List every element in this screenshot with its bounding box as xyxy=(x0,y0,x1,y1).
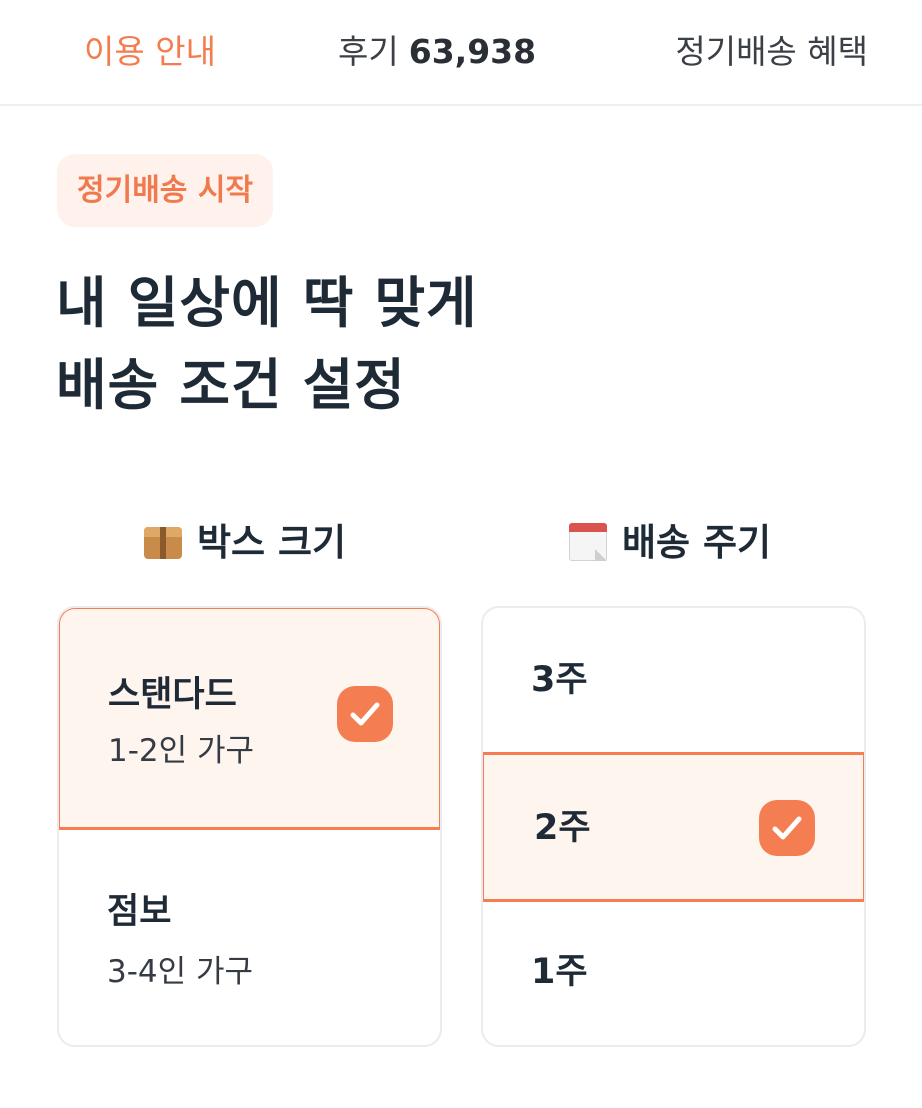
cycle-option-3-weeks[interactable]: 3주 xyxy=(483,608,864,754)
check-icon xyxy=(337,686,393,742)
delivery-cycle-title-text: 배송 주기 xyxy=(622,521,772,564)
tab-usage-guide[interactable]: 이용 안내 xyxy=(84,30,216,74)
cycle-option-2-weeks[interactable]: 2주 xyxy=(483,752,864,902)
tab-reviews-label: 후기 xyxy=(338,32,399,71)
package-icon xyxy=(141,519,185,563)
delivery-cycle-title: 배송 주기 xyxy=(566,515,771,571)
cycle-option-1-week[interactable]: 1주 xyxy=(483,902,864,1045)
headline-line-1: 내 일상에 딱 맞게 xyxy=(56,271,478,335)
cycle-option-label: 3주 xyxy=(531,660,588,700)
box-option-standard[interactable]: 스탠다드 1-2인 가구 xyxy=(59,608,440,830)
reviews-count: 63,938 xyxy=(408,32,537,71)
section-badge: 정기배송 시작 xyxy=(57,154,274,227)
box-option-household: 3-4인 가구 xyxy=(107,954,254,990)
tab-reviews[interactable]: 후기 63,938 xyxy=(338,30,536,74)
box-option-name: 점보 xyxy=(107,892,172,932)
page-headline: 내 일상에 딱 맞게 배송 조건 설정 xyxy=(56,262,478,426)
box-option-name: 스탠다드 xyxy=(108,675,237,715)
box-size-options: 점보 3-4인 가구 스탠다드 1-2인 가구 xyxy=(57,606,442,1047)
cycle-option-label: 1주 xyxy=(531,952,588,992)
box-size-title-text: 박스 크기 xyxy=(197,521,347,564)
calendar-icon xyxy=(566,519,610,563)
box-option-household: 1-2인 가구 xyxy=(108,733,255,769)
top-tab-bar: 이용 안내 후기 63,938 정기배송 혜택 xyxy=(0,0,922,106)
cycle-option-label: 2주 xyxy=(534,808,591,848)
box-size-title: 박스 크기 xyxy=(141,515,346,571)
box-option-jumbo[interactable]: 점보 3-4인 가구 xyxy=(59,830,440,1045)
tab-subscription-benefits[interactable]: 정기배송 혜택 xyxy=(675,30,868,74)
check-icon xyxy=(759,800,815,856)
delivery-cycle-options: 3주 1주 2주 xyxy=(481,606,866,1047)
headline-line-2: 배송 조건 설정 xyxy=(56,353,406,417)
